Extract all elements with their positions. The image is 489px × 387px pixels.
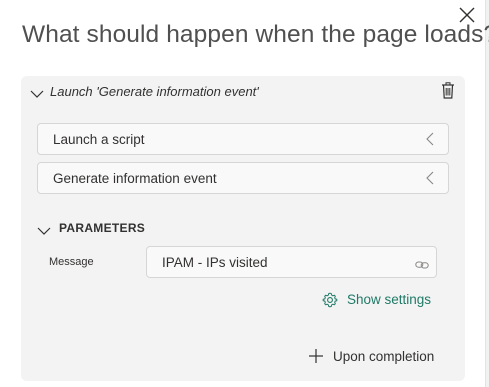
chevron-down-icon[interactable] [30, 86, 44, 104]
message-field[interactable]: IPAM - IPs visited [146, 246, 437, 278]
chevron-left-icon [426, 171, 434, 190]
card-header[interactable]: Launch 'Generate information event' [21, 76, 465, 106]
link-icon[interactable] [415, 257, 429, 275]
dialog-title: What should happen when the page loads? [22, 21, 489, 48]
chevron-left-icon [426, 132, 434, 151]
parameters-toggle[interactable]: PARAMETERS [37, 220, 237, 238]
message-label: Message [49, 256, 94, 268]
card-title: Launch 'Generate information event' [50, 84, 259, 99]
show-settings-label: Show settings [347, 292, 432, 307]
action-row-label: Launch a script [53, 132, 145, 147]
action-row-launch-script[interactable]: Launch a script [37, 123, 449, 155]
action-row-label: Generate information event [53, 171, 217, 186]
plus-icon [308, 348, 324, 369]
action-row-generate-event[interactable]: Generate information event [37, 162, 449, 194]
trash-icon[interactable] [441, 82, 455, 104]
panel-edge [485, 0, 489, 387]
message-value: IPAM - IPs visited [162, 255, 268, 270]
action-card: Launch 'Generate information event' Laun… [21, 76, 465, 381]
parameters-header: PARAMETERS [59, 221, 146, 235]
gear-icon [322, 292, 338, 313]
chevron-down-icon [37, 223, 51, 241]
upon-completion-label: Upon completion [333, 349, 435, 364]
